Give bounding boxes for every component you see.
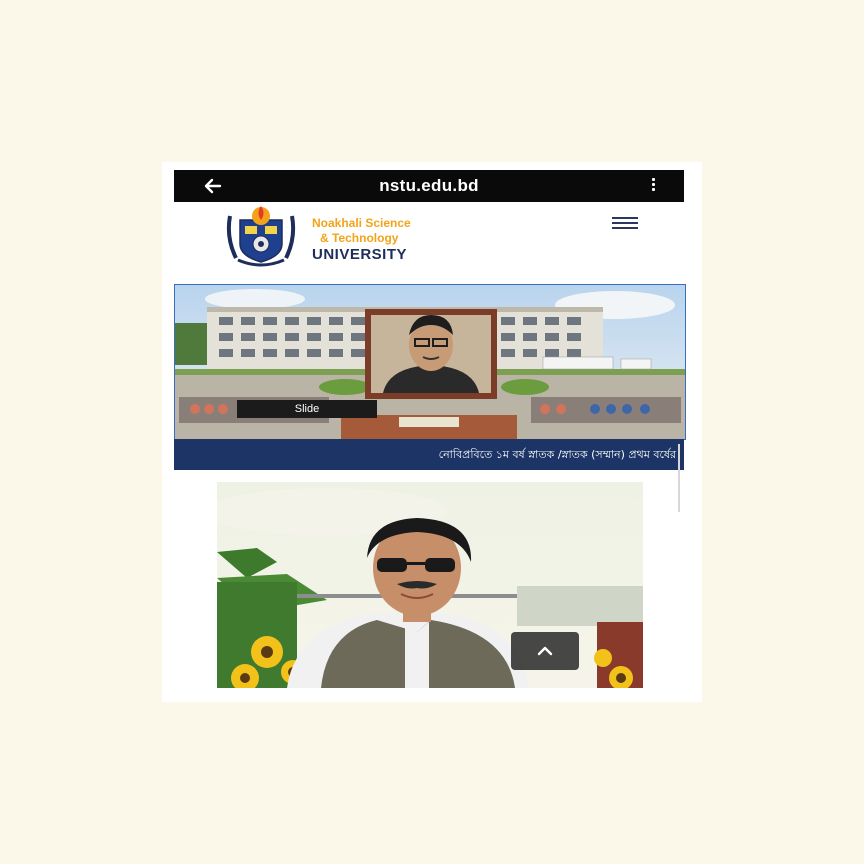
kebab-menu-icon[interactable] — [648, 176, 658, 196]
scroll-to-top-button[interactable] — [511, 632, 579, 670]
university-name-line1: Noakhali Science — [312, 216, 411, 230]
browser-url-bar: nstu.edu.bd — [174, 170, 684, 202]
chevron-up-icon — [537, 646, 553, 656]
hamburger-icon[interactable] — [612, 217, 638, 233]
url-text[interactable]: nstu.edu.bd — [174, 176, 684, 196]
slide-caption: Slide — [237, 400, 377, 418]
university-name-line3: UNIVERSITY — [312, 246, 408, 263]
university-name[interactable]: Noakhali Science & Technology UNIVERSITY — [312, 216, 411, 264]
scrollbar[interactable] — [678, 444, 680, 512]
university-logo[interactable] — [220, 204, 302, 268]
person-photo — [217, 482, 643, 688]
notice-ticker[interactable]: নোবিপ্রবিতে ১ম বর্ষ স্নাতক /স্নাতক (সম্ম… — [174, 439, 684, 470]
university-name-line2: & Technology — [320, 231, 399, 245]
vice-chancellor-photo — [217, 482, 643, 688]
mobile-screen: nstu.edu.bd Noakhali Science & Technolog… — [162, 162, 702, 702]
image-slider[interactable]: Slide — [174, 284, 686, 440]
site-header: Noakhali Science & Technology UNIVERSITY — [162, 202, 702, 278]
